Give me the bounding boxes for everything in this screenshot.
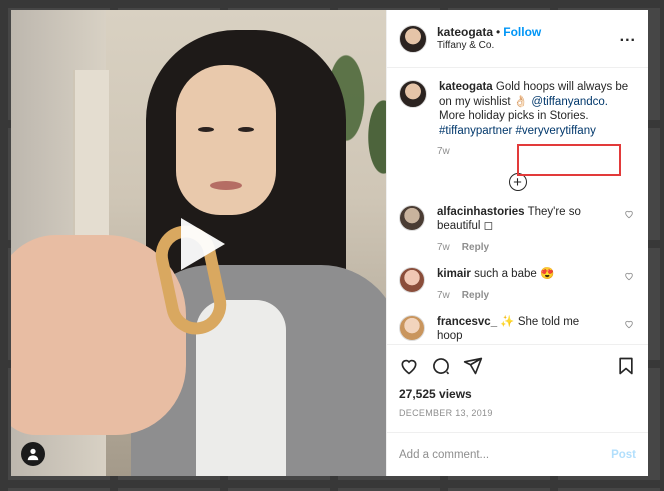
video-face	[176, 65, 276, 215]
view-count[interactable]: 27,525 views	[399, 387, 636, 401]
comment-body: francesvc_ ✨ She told me hoop	[437, 315, 607, 343]
comment-text: such a babe 😍	[474, 268, 555, 280]
avatar[interactable]	[399, 80, 427, 108]
heart-icon[interactable]	[624, 271, 634, 281]
comment-username[interactable]: kimair	[437, 268, 471, 280]
user-tag-icon[interactable]	[21, 442, 45, 466]
share-icon[interactable]	[463, 356, 483, 376]
post-header: kateogata • Follow Tiffany & Co. ...	[387, 10, 648, 68]
hashtag-link[interactable]: #tiffanypartner	[439, 125, 512, 137]
comment-body: alfacinhastories They're so beautiful ◻ …	[437, 205, 607, 255]
comment-time: 7w	[437, 290, 450, 301]
caption-username[interactable]: kateogata	[439, 81, 493, 93]
mention-link[interactable]: @tiffanyandco.	[531, 96, 608, 108]
post-video[interactable]	[11, 10, 386, 476]
heart-icon[interactable]	[624, 319, 634, 329]
heart-icon[interactable]	[399, 356, 419, 376]
comment-input[interactable]	[399, 448, 612, 461]
comment-username[interactable]: francesvc_	[437, 316, 497, 328]
post-side-panel: kateogata • Follow Tiffany & Co. ... kateo…	[386, 10, 648, 476]
avatar[interactable]	[399, 267, 425, 293]
bookmark-icon[interactable]	[616, 356, 636, 376]
heart-icon[interactable]	[624, 209, 634, 219]
reply-button[interactable]: Reply	[462, 242, 489, 253]
post-actions: 27,525 views DECEMBER 13, 2019	[387, 344, 648, 432]
header-top-line: kateogata • Follow	[437, 25, 541, 39]
comment-username[interactable]: alfacinhastories	[437, 206, 525, 218]
location-link[interactable]: Tiffany & Co.	[437, 39, 541, 53]
comment-body: kimair such a babe 😍 7w Reply	[437, 267, 607, 303]
action-icons	[399, 355, 636, 377]
avatar[interactable]	[399, 205, 425, 231]
caption-emoji: 👌🏻	[513, 95, 529, 108]
header-text: kateogata • Follow Tiffany & Co.	[437, 25, 541, 53]
header-username[interactable]: kateogata	[437, 25, 493, 39]
comment-meta: 7w Reply	[437, 241, 607, 255]
caption: kateogata Gold hoops will always be on m…	[399, 80, 636, 138]
post-button[interactable]: Post	[611, 449, 636, 461]
comments-list[interactable]: kateogata Gold hoops will always be on m…	[387, 68, 648, 344]
comment-icon[interactable]	[431, 356, 451, 376]
comment-item: francesvc_ ✨ She told me hoop	[399, 315, 636, 343]
caption-time: 7w	[437, 146, 450, 157]
hashtag-link[interactable]: #veryverytiffany	[516, 125, 596, 137]
caption-body: kateogata Gold hoops will always be on m…	[439, 80, 633, 138]
avatar[interactable]	[399, 24, 427, 53]
video-eye	[238, 127, 254, 132]
comment-meta: 7w Reply	[437, 289, 607, 303]
avatar[interactable]	[399, 315, 425, 341]
caption-text-after: More holiday picks in Stories.	[439, 110, 589, 122]
video-lips	[210, 181, 242, 190]
reply-button[interactable]: Reply	[462, 290, 489, 301]
comment-item: alfacinhastories They're so beautiful ◻ …	[399, 205, 636, 255]
plus-circle-icon[interactable]: +	[508, 173, 527, 191]
post-modal: kateogata • Follow Tiffany & Co. ... kateo…	[11, 10, 648, 476]
follow-button[interactable]: Follow	[503, 25, 541, 39]
post-date: DECEMBER 13, 2019	[399, 408, 493, 418]
more-icon[interactable]: ...	[620, 28, 636, 46]
comment-item: kimair such a babe 😍 7w Reply	[399, 267, 636, 303]
video-eye	[198, 127, 214, 132]
add-comment-bar: Post	[387, 432, 648, 476]
comment-time: 7w	[437, 242, 450, 253]
header-separator: •	[496, 24, 501, 39]
play-icon[interactable]	[181, 218, 225, 270]
